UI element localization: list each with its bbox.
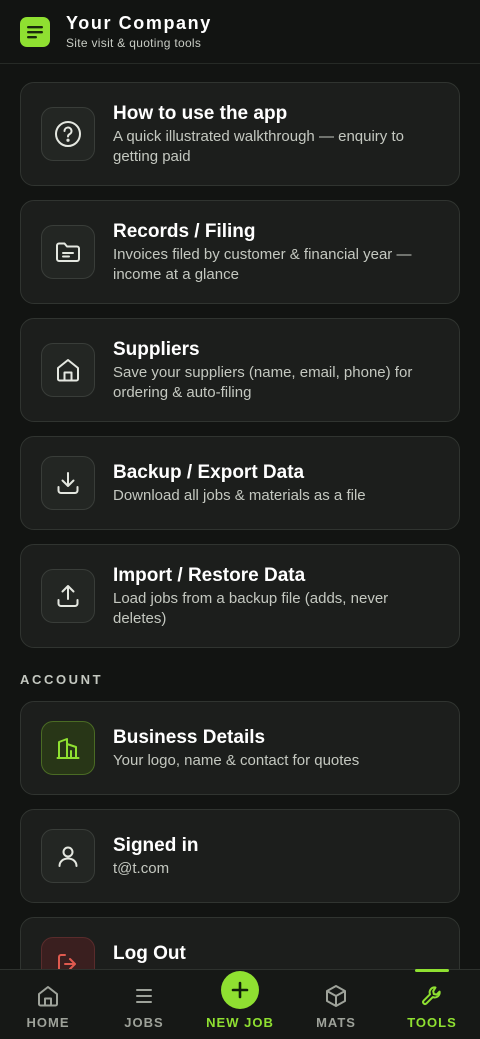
account-card-signed-in[interactable]: Signed in t@t.com [20, 809, 460, 903]
account-card-title: Log Out [113, 943, 186, 964]
plus-icon [221, 971, 259, 1009]
tool-card-records[interactable]: Records / Filing Invoices filed by custo… [20, 200, 460, 304]
tool-card-desc: A quick illustrated walkthrough — enquir… [113, 127, 404, 165]
tab-tools-label: TOOLS [407, 1015, 457, 1030]
tool-card-import[interactable]: Import / Restore Data Load jobs from a b… [20, 544, 460, 648]
help-circle-icon [41, 107, 95, 161]
active-tab-indicator [415, 969, 449, 972]
tool-card-desc: Load jobs from a backup file (adds, neve… [113, 589, 389, 627]
account-card-business[interactable]: Business Details Your logo, name & conta… [20, 701, 460, 795]
tool-card-title: How to use the app [113, 102, 288, 124]
tab-jobs-label: JOBS [124, 1015, 164, 1030]
account-card-logout[interactable]: Log Out [20, 917, 460, 969]
app-header: Your Company Site visit & quoting tools [0, 0, 480, 64]
tool-card-title: Backup / Export Data [113, 461, 305, 483]
user-icon [41, 829, 95, 883]
tab-home[interactable]: HOME [0, 970, 96, 1039]
download-icon [41, 456, 95, 510]
tab-mats[interactable]: MATS [288, 970, 384, 1039]
upload-icon [41, 569, 95, 623]
tool-card-title: Suppliers [113, 338, 200, 360]
tool-card-suppliers[interactable]: Suppliers Save your suppliers (name, ema… [20, 318, 460, 422]
tool-card-desc: Save your suppliers (name, email, phone)… [113, 363, 413, 401]
brand-block: Your Company Site visit & quoting tools [66, 13, 212, 50]
folder-icon [41, 225, 95, 279]
account-card-title: Business Details [113, 726, 266, 748]
account-section-label: ACCOUNT [20, 672, 104, 687]
tool-card-backup[interactable]: Backup / Export Data Download all jobs &… [20, 436, 460, 530]
tool-card-desc: Invoices filed by customer & financial y… [113, 245, 412, 283]
account-email: t@t.com [113, 859, 170, 877]
box-icon [326, 985, 346, 1007]
company-tagline: Site visit & quoting tools [66, 36, 202, 50]
tool-card-title: Import / Restore Data [113, 564, 306, 586]
bottom-tab-bar: HOME JOBS NEW JOB MATS TOOLS [0, 969, 480, 1039]
tab-home-label: HOME [26, 1015, 70, 1030]
tab-jobs[interactable]: JOBS [96, 970, 192, 1039]
tab-mats-label: MATS [316, 1015, 356, 1030]
account-card-title: Signed in [113, 834, 199, 856]
list-icon [136, 989, 152, 1003]
tab-new-job[interactable]: NEW JOB [192, 970, 288, 1039]
account-card-desc: Your logo, name & contact for quotes [113, 751, 360, 769]
tool-card-desc: Download all jobs & materials as a file [113, 486, 366, 504]
tool-card-title: Records / Filing [113, 220, 256, 242]
tab-new-job-label: NEW JOB [206, 1015, 274, 1030]
store-icon [41, 343, 95, 397]
home-icon [38, 986, 58, 1007]
wrench-icon [422, 986, 441, 1005]
tab-tools[interactable]: TOOLS [384, 969, 480, 1039]
building-icon [41, 721, 95, 775]
app-logo-icon [20, 16, 50, 47]
logout-icon [41, 937, 95, 969]
tools-content: How to use the app A quick illustrated w… [0, 64, 480, 969]
company-name: Your Company [66, 13, 212, 33]
tool-card-how-to[interactable]: How to use the app A quick illustrated w… [20, 82, 460, 186]
